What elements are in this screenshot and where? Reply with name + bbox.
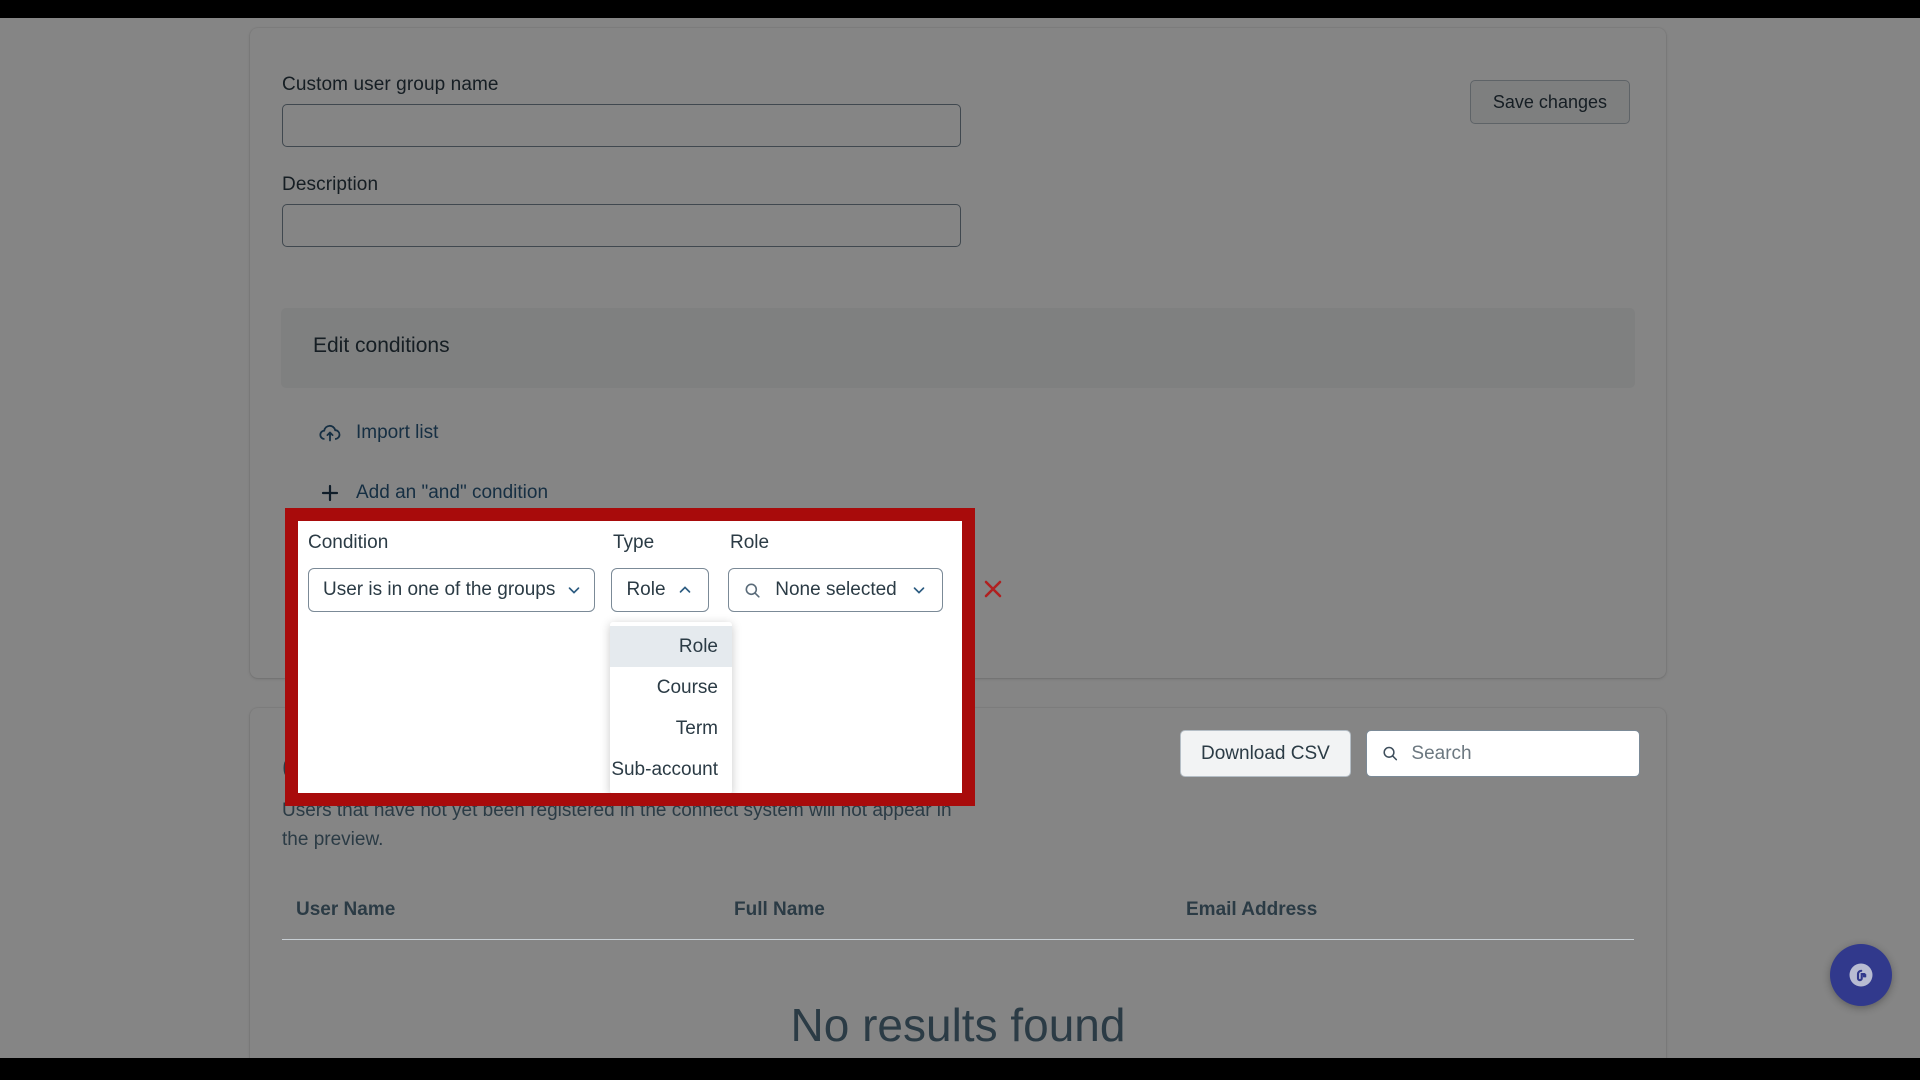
role-multiselect[interactable]: None selected [728, 568, 943, 612]
add-and-condition-label: Add an "and" condition [356, 482, 549, 503]
edit-conditions-header: Edit conditions [281, 308, 1635, 388]
condition-column-label: Condition [308, 532, 389, 553]
download-csv-button[interactable]: Download CSV [1180, 730, 1351, 777]
column-header-user-name: User Name [296, 898, 396, 920]
type-option-sub-account[interactable]: Sub-account [610, 749, 732, 790]
condition-select[interactable]: User is in one of the groups [308, 568, 595, 612]
chevron-up-icon [679, 586, 690, 593]
description-label: Description [282, 174, 379, 195]
type-option-term[interactable]: Term [610, 708, 732, 749]
search-input[interactable] [1411, 742, 1625, 765]
type-option-role[interactable]: Role [610, 626, 732, 667]
cloud-upload-icon [318, 421, 342, 445]
edit-conditions-title: Edit conditions [313, 334, 450, 357]
type-select[interactable]: Role [611, 568, 709, 612]
search-box[interactable] [1366, 730, 1640, 777]
group-name-label: Custom user group name [282, 74, 499, 95]
save-changes-button[interactable]: Save changes [1469, 80, 1630, 124]
preview-description: Users that have not yet been registered … [282, 800, 952, 850]
add-and-condition-link[interactable]: Add an "and" condition [318, 481, 548, 505]
type-column-label: Type [613, 532, 655, 553]
preview-members-table: User Name Full Name Email Address No res… [282, 880, 1634, 1058]
table-empty-state: No results found [282, 940, 1634, 1058]
close-x-icon [984, 580, 1002, 598]
plus-icon [318, 481, 342, 505]
search-icon [1383, 746, 1398, 761]
screenshot-stage: Custom user group name Description Save … [0, 0, 1920, 1080]
description-input[interactable] [282, 204, 961, 247]
preview-title-bright-slice: Custom User Group Preview Members [0, 0, 275, 17]
delete-condition-button[interactable] [979, 575, 1007, 603]
column-header-email-address: Email Address [1186, 898, 1318, 920]
role-column-label: Role [730, 532, 770, 553]
type-dropdown-menu[interactable]: Role Course Term Sub-account [610, 622, 732, 794]
help-chat-fab[interactable] [1830, 944, 1892, 1006]
type-select-value: Role [626, 579, 666, 600]
chat-help-icon [1849, 963, 1873, 987]
import-list-link[interactable]: Import list [318, 421, 438, 445]
column-header-full-name: Full Name [734, 898, 825, 920]
type-option-course[interactable]: Course [610, 667, 732, 708]
search-icon [745, 583, 760, 598]
table-header-row: User Name Full Name Email Address [282, 880, 1634, 940]
role-multiselect-value: None selected [775, 579, 897, 600]
chevron-down-icon [569, 587, 580, 594]
condition-select-value: User is in one of the groups [323, 579, 556, 600]
import-list-label: Import list [356, 422, 439, 443]
chevron-down-icon [913, 587, 925, 594]
group-name-input[interactable] [282, 104, 961, 147]
